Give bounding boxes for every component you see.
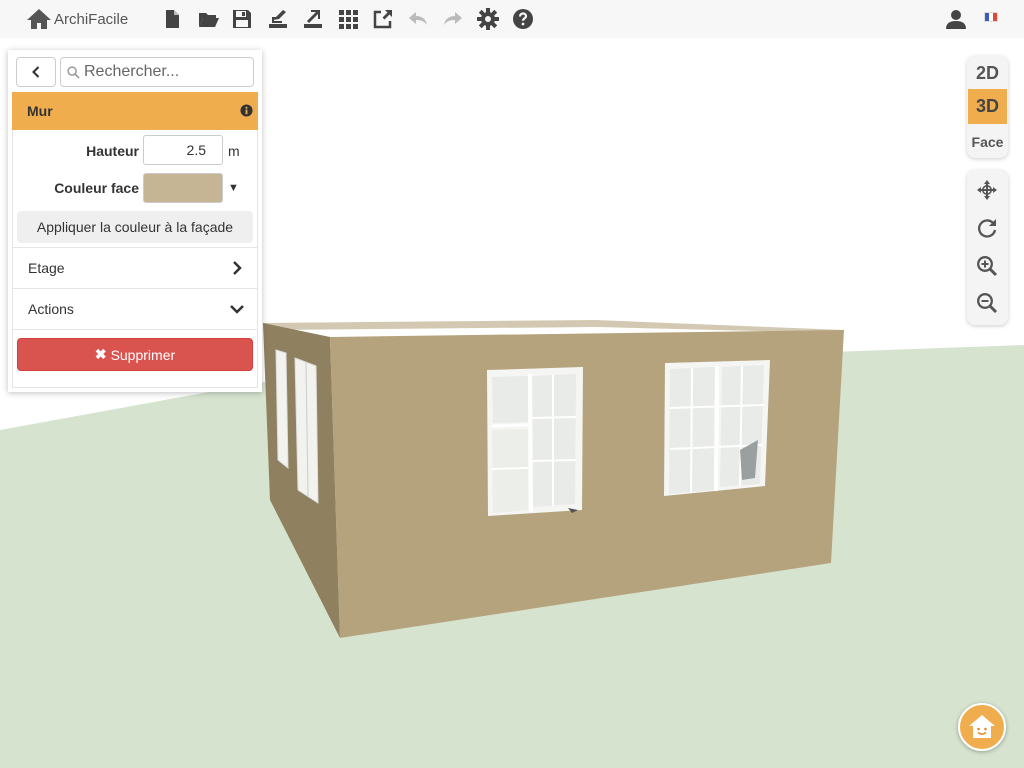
height-input[interactable] [143, 135, 223, 165]
export-icon [304, 10, 322, 28]
save-icon [233, 10, 251, 28]
move-button[interactable] [976, 179, 998, 201]
import-button[interactable] [264, 5, 292, 33]
app-logo[interactable]: ArchiFacile [26, 5, 128, 33]
zoom-out-icon [977, 293, 998, 314]
app-name: ArchiFacile [54, 10, 129, 28]
navigation-group [967, 170, 1008, 325]
chevron-down-icon [230, 305, 244, 314]
home-icon [27, 9, 51, 29]
section-title: Mur [27, 103, 53, 119]
smiling-house-icon [969, 715, 995, 738]
floor-label: Etage [28, 260, 65, 276]
chevron-right-icon [233, 261, 242, 275]
rotate-button[interactable] [976, 217, 998, 239]
front-window-2 [664, 360, 770, 496]
properties-panel: Mur Hauteur m Couleur face ▼ Appliquer l… [8, 50, 262, 392]
settings-button[interactable] [474, 5, 502, 33]
search-input[interactable] [84, 63, 244, 81]
side-window-1 [275, 349, 289, 470]
zoom-in-icon [977, 256, 998, 277]
search-box[interactable] [60, 57, 254, 87]
language-flag-icon[interactable] [984, 12, 998, 22]
view-face-button[interactable]: Face [967, 124, 1008, 159]
divider [12, 329, 258, 330]
zoom-out-button[interactable] [976, 292, 998, 314]
rotate-icon [978, 219, 997, 238]
share-button[interactable] [369, 5, 397, 33]
actions-label: Actions [28, 301, 74, 317]
top-toolbar: ArchiFacile [0, 0, 1024, 38]
actions-row[interactable]: Actions [12, 288, 258, 329]
back-button[interactable] [16, 57, 56, 87]
open-button[interactable] [195, 5, 223, 33]
apply-color-facade-button[interactable]: Appliquer la couleur à la façade [17, 211, 253, 243]
front-window-1 [487, 367, 583, 516]
view-3d-button[interactable]: 3D [968, 89, 1007, 124]
export-button[interactable] [299, 5, 327, 33]
height-label: Hauteur [86, 143, 139, 159]
save-button[interactable] [228, 5, 256, 33]
grid-icon [339, 10, 358, 29]
caret-down-icon[interactable]: ▼ [228, 182, 239, 194]
color-label: Couleur face [54, 180, 139, 196]
grid-button[interactable] [334, 5, 362, 33]
import-icon [269, 10, 287, 28]
delete-label: Supprimer [110, 346, 176, 363]
face-color-swatch[interactable] [143, 173, 223, 203]
wall-top [263, 320, 844, 333]
undo-icon [409, 12, 427, 25]
help-button[interactable] [509, 5, 537, 33]
user-icon [946, 10, 966, 29]
redo-button[interactable] [439, 5, 467, 33]
wall-section-header[interactable]: Mur [12, 92, 258, 130]
undo-button[interactable] [404, 5, 432, 33]
info-icon[interactable] [240, 104, 253, 117]
help-icon [513, 9, 533, 29]
chevron-left-icon [32, 66, 40, 78]
assistant-button[interactable] [958, 703, 1006, 751]
floor-row[interactable]: Etage [12, 247, 258, 288]
open-folder-icon [199, 13, 219, 27]
view-2d-button[interactable]: 2D [967, 56, 1008, 91]
close-icon: ✖ [94, 346, 107, 362]
new-file-button[interactable] [158, 5, 186, 33]
search-icon [67, 65, 80, 79]
view-mode-group: 2D 3D Face [967, 56, 1008, 158]
gear-icon [477, 8, 499, 30]
delete-button[interactable]: ✖ Supprimer [17, 338, 253, 371]
user-button[interactable] [942, 5, 970, 33]
redo-icon [444, 12, 462, 25]
height-unit: m [228, 143, 240, 159]
move-arrows-icon [977, 180, 997, 200]
new-file-icon [166, 10, 179, 28]
share-icon [373, 10, 392, 29]
zoom-in-button[interactable] [976, 255, 998, 277]
